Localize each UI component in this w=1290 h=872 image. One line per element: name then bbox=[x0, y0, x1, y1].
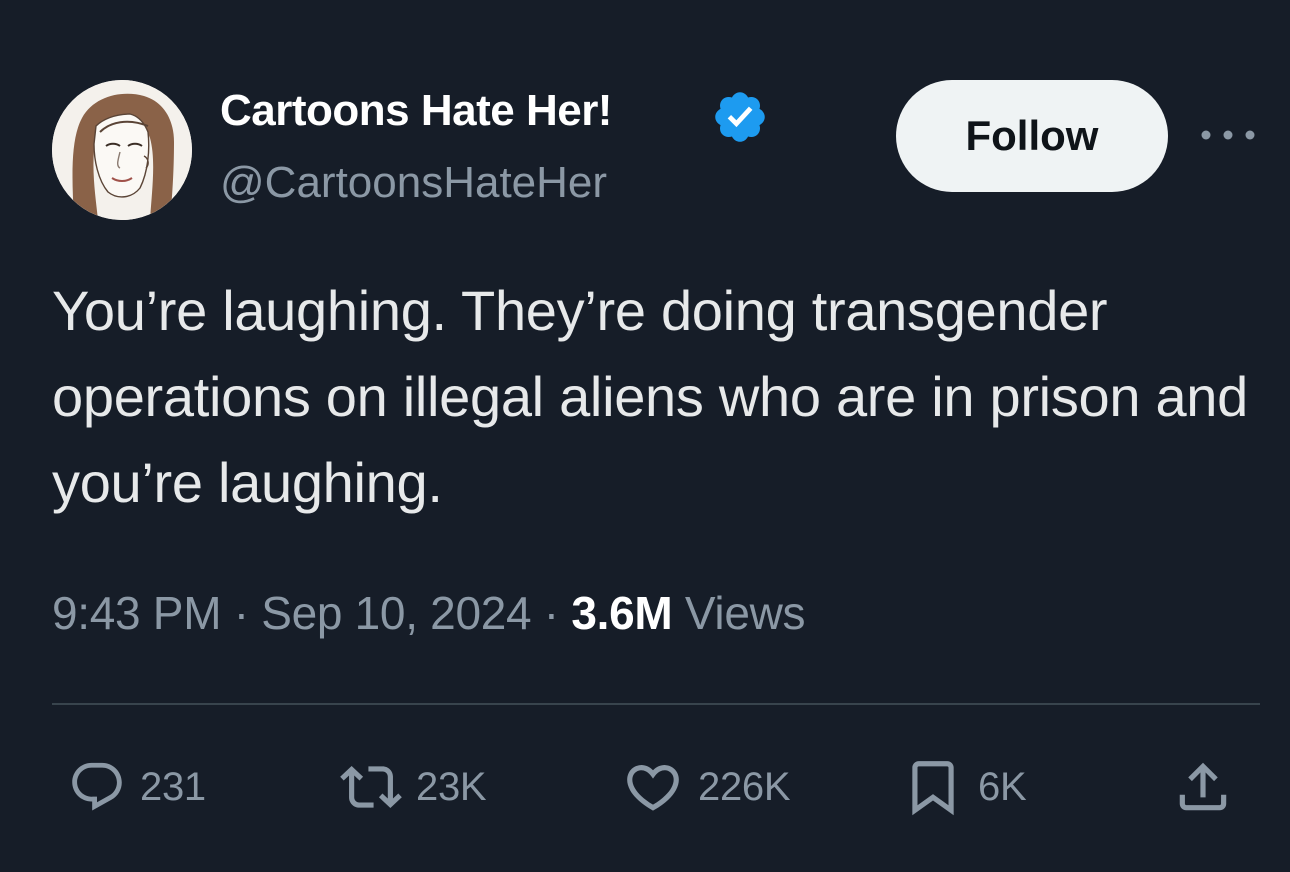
reply-button[interactable]: 231 bbox=[68, 755, 206, 819]
reply-icon bbox=[72, 762, 122, 811]
retweet-button[interactable]: 23K bbox=[340, 755, 487, 819]
ellipsis-icon[interactable] bbox=[1198, 120, 1258, 150]
tweet-text: You’re laughing. They’re doing transgend… bbox=[52, 279, 1249, 514]
share-icon bbox=[1179, 762, 1227, 811]
author-handle[interactable]: @CartoonsHateHer bbox=[220, 158, 607, 208]
bookmark-count: 6K bbox=[978, 764, 1027, 809]
heart-icon bbox=[627, 765, 679, 811]
tweet-time[interactable]: 9:43 PM bbox=[52, 587, 222, 639]
avatar[interactable] bbox=[52, 80, 192, 220]
bookmark-button[interactable]: 6K bbox=[902, 755, 1027, 819]
retweet-icon bbox=[340, 766, 402, 808]
retweet-count: 23K bbox=[416, 764, 487, 809]
reply-count: 231 bbox=[140, 764, 206, 809]
views-label: Views bbox=[684, 587, 806, 639]
views-count: 3.6M bbox=[571, 587, 673, 639]
bookmark-icon bbox=[912, 761, 954, 816]
verified-badge-icon bbox=[715, 92, 765, 142]
meta-separator: · bbox=[543, 587, 559, 639]
author-name[interactable]: Cartoons Hate Her! bbox=[220, 86, 612, 136]
follow-button[interactable]: Follow bbox=[896, 80, 1168, 192]
like-count: 226K bbox=[698, 764, 791, 809]
tweet-meta: 9:43 PM · Sep 10, 2024 · 3.6M Views bbox=[52, 586, 806, 640]
divider bbox=[52, 703, 1260, 705]
share-button[interactable] bbox=[1172, 755, 1234, 819]
like-button[interactable]: 226K bbox=[622, 755, 791, 819]
cartoon-woman-portrait-icon bbox=[52, 80, 192, 220]
meta-separator: · bbox=[233, 587, 249, 639]
tweet-date[interactable]: Sep 10, 2024 bbox=[261, 587, 531, 639]
